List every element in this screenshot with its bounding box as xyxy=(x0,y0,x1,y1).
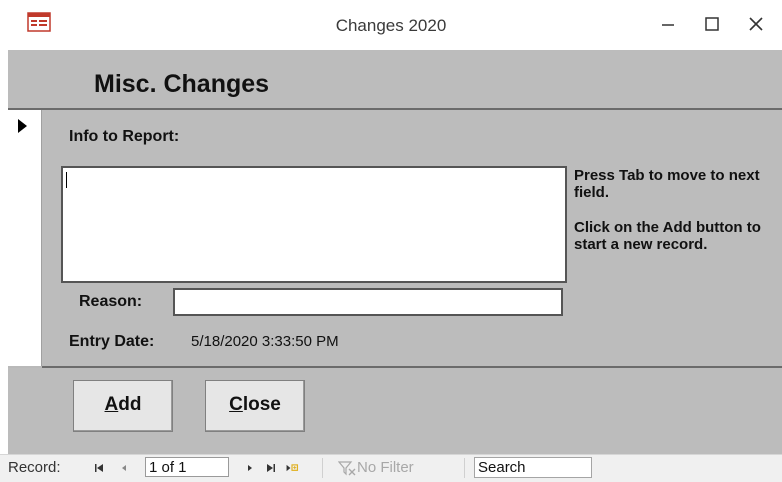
text-caret xyxy=(66,172,67,188)
form-area: Misc. Changes Info to Report: Press Tab … xyxy=(8,50,782,454)
search-input[interactable]: Search xyxy=(474,457,592,478)
record-navigation-bar: Record: 1 of 1 No Filter Search xyxy=(0,454,782,482)
add-label-rest: dd xyxy=(118,394,142,415)
previous-record-icon[interactable] xyxy=(117,461,131,475)
form-detail: Info to Report: Press Tab to move to nex… xyxy=(42,110,782,368)
info-label: Info to Report: xyxy=(69,128,180,145)
maximize-icon[interactable] xyxy=(692,10,732,38)
info-textarea[interactable] xyxy=(61,166,567,283)
nav-separator xyxy=(464,458,465,478)
first-record-icon[interactable] xyxy=(92,461,106,475)
window-title-bar: Changes 2020 xyxy=(0,0,782,50)
form-title: Misc. Changes xyxy=(94,70,270,98)
minimize-icon[interactable] xyxy=(648,10,688,38)
reason-field[interactable] xyxy=(173,288,563,316)
next-record-icon[interactable] xyxy=(243,461,257,475)
filter-icon xyxy=(338,461,356,476)
help-add-text: Click on the Add button to start a new r… xyxy=(574,219,761,253)
close-icon[interactable] xyxy=(736,10,776,38)
last-record-icon[interactable] xyxy=(264,461,278,475)
close-label-rest: lose xyxy=(242,394,281,415)
add-button[interactable]: Add xyxy=(73,380,173,432)
current-record-field[interactable]: 1 of 1 xyxy=(145,457,229,477)
current-record-pointer-icon xyxy=(18,119,27,133)
form-footer: Add Close xyxy=(8,368,782,454)
reason-label: Reason: xyxy=(79,293,143,310)
close-button[interactable]: Close xyxy=(205,380,305,432)
no-filter-button[interactable]: No Filter xyxy=(357,459,414,476)
add-hotkey: A xyxy=(104,394,119,415)
new-record-icon[interactable] xyxy=(285,461,299,475)
close-hotkey: C xyxy=(229,394,243,415)
record-label: Record: xyxy=(8,459,61,476)
entry-date-label: Entry Date: xyxy=(69,333,155,350)
help-text: Press Tab to move to next field. Click o… xyxy=(574,167,774,271)
nav-separator xyxy=(322,458,323,478)
form-header: Misc. Changes xyxy=(8,50,782,110)
help-tab-text: Press Tab to move to next field. xyxy=(574,167,760,201)
entry-date-value: 5/18/2020 3:33:50 PM xyxy=(191,333,339,350)
record-selector[interactable] xyxy=(8,110,42,366)
